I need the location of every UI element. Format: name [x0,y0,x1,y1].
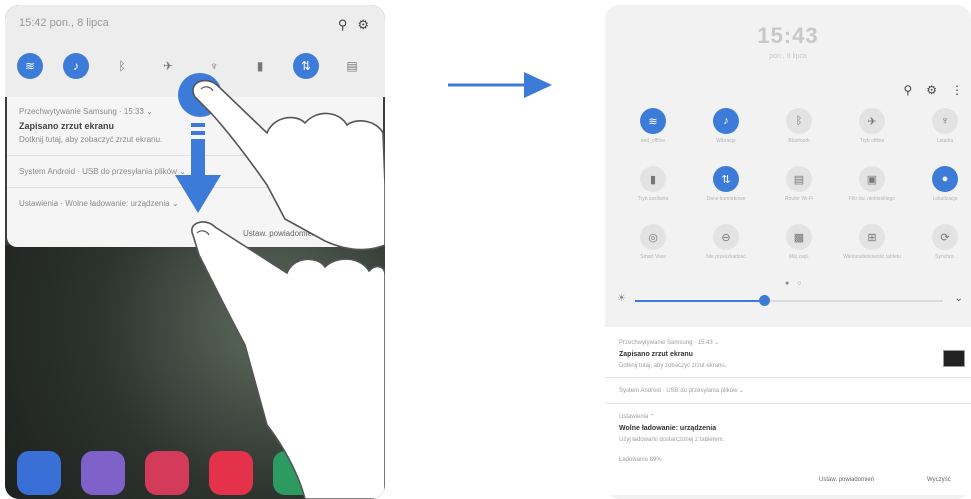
drag-arrow-dash [191,123,205,127]
hotspot-icon[interactable]: ▤ [786,166,812,192]
quick-setting-tile[interactable]: ♪ Wibracje [696,108,756,152]
chevron-down-icon[interactable]: ⌄ [955,293,963,304]
arrow-head [524,72,552,98]
quick-setting-tile[interactable]: ⟳ Synchro. [915,224,971,268]
mute-icon[interactable]: ♪ [713,108,739,134]
tile-label: Synchro. [935,254,955,260]
notification-title[interactable]: Wolne ładowanie: urządzenia [619,425,716,432]
flashlight-icon[interactable]: ♆ [932,108,958,134]
more-options-icon[interactable]: ⋮ [951,83,963,97]
notification-text: Dotknij tutaj, aby zobaczyć zrzut ekranu… [619,363,727,369]
reading-icon[interactable]: ▣ [859,166,885,192]
tile-label: Wielozadaniowość tabletu [843,254,901,260]
left-tablet-screen: 15:42 pon., 8 lipca ⚲ ⚙ ≋ ♪ ᛒ ✈ ♆ ▮ ⇅ ▤ Przechw… [5,5,385,499]
notification-app-header: Przechwytywanie Samsung · 15:43 ⌄ [619,340,720,346]
brightness-icon: ☀ [617,293,626,304]
divider [605,377,971,378]
gear-icon[interactable]: ⚙ [926,83,937,97]
tile-label: Filtr św. niebieskiego [848,196,896,202]
tile-label: eed_offline [640,138,666,144]
quick-settings-grid: ≋ eed_offline ♪ Wibracje ᛒ Bluetooth ✈ Tryb off… [623,108,971,268]
tile-label: Tryb zasilania [637,196,669,202]
quick-setting-tile[interactable]: ▣ Filtr św. niebieskiego [842,166,902,210]
tile-label: Bluetooth [788,138,810,144]
data-icon[interactable]: ⇅ [713,166,739,192]
transition-arrow-icon [448,72,552,98]
location-icon[interactable]: ● [932,166,958,192]
airplane-icon[interactable]: ✈ [859,108,885,134]
tile-label: Nie przeszkadzać [706,254,746,260]
battery-icon[interactable]: ▮ [640,166,666,192]
clear-all-button[interactable]: Wyczyść [927,477,951,483]
quick-setting-tile[interactable]: ▩ Mój zapl. [769,224,829,268]
notification-app-header: Ustawienia ⌃ [619,414,656,420]
notification-text: Użyj ładowarki dostarczonej z tabletem. [619,437,725,443]
notification-title[interactable]: Zapisano zrzut ekranu [619,351,693,358]
quick-panel-toolbar: ⚲ ⚙ ⋮ [903,83,963,97]
brightness-slider-thumb[interactable] [759,295,770,306]
gesture-overlay [175,73,385,499]
tile-label: Latarka [936,138,954,144]
quick-setting-tile[interactable]: ▮ Tryb zasilania [623,166,683,210]
clock: 15:43 [757,23,819,48]
right-tablet-screen: 15:43 pon., 8 lipca ⚲ ⚙ ⋮ ≋ eed_offline ♪ W… [605,5,971,499]
notification-extra: Ładowanie 89% [619,457,662,463]
notification-panel: Przechwytywanie Samsung · 15:43 ⌄ Zapisa… [605,327,971,495]
sync-icon[interactable]: ⟳ [932,224,958,250]
quick-setting-tile[interactable]: ◎ Smart View [623,224,683,268]
tile-label: Lokalizacja [932,196,958,202]
quick-setting-tile[interactable]: ⇅ Dane komórkowe [696,166,756,210]
folder-icon[interactable]: ▩ [786,224,812,250]
bluetooth-icon[interactable]: ᛒ [786,108,812,134]
tile-label: Smart View [640,254,666,260]
quick-setting-tile[interactable]: ✈ Tryb offline [842,108,902,152]
multiwindow-icon[interactable]: ⊞ [859,224,885,250]
tile-label: Router Wi-Fi [784,196,814,202]
quick-setting-tile[interactable]: ● Lokalizacja [915,166,971,210]
notification-app-header[interactable]: System Android · USB do przesyłania plik… [619,387,744,394]
divider [605,403,971,404]
tile-label: Tryb offline [859,138,885,144]
drag-arrow-head [175,175,221,213]
screenshot-thumbnail[interactable] [943,350,965,367]
notification-settings-button[interactable]: Ustaw. powiadomień [819,477,874,483]
smart-view-icon[interactable]: ◎ [640,224,666,250]
search-icon[interactable]: ⚲ [903,83,912,97]
quick-setting-tile[interactable]: ≋ eed_offline [623,108,683,152]
quick-setting-tile[interactable]: ♆ Latarka [915,108,971,152]
tile-label: Mój zapl. [788,254,809,260]
quick-setting-tile[interactable]: ⊞ Wielozadaniowość tabletu [842,224,902,268]
date: pon., 8 lipca [769,53,807,60]
brightness-slider-track[interactable] [764,300,943,302]
drag-arrow-shaft [191,139,205,177]
tile-label: Wibracje [716,138,736,144]
wifi-icon[interactable]: ≋ [640,108,666,134]
drag-arrow-dash [191,131,205,135]
hand-illustration [191,221,385,499]
quick-setting-tile[interactable]: ⊖ Nie przeszkadzać [696,224,756,268]
quick-setting-tile[interactable]: ᛒ Bluetooth [769,108,829,152]
dnd-icon[interactable]: ⊖ [713,224,739,250]
hand-illustration [192,79,385,251]
page-indicator: ● ○ [785,280,805,287]
quick-setting-tile[interactable]: ▤ Router Wi-Fi [769,166,829,210]
tile-label: Dane komórkowe [706,196,746,202]
